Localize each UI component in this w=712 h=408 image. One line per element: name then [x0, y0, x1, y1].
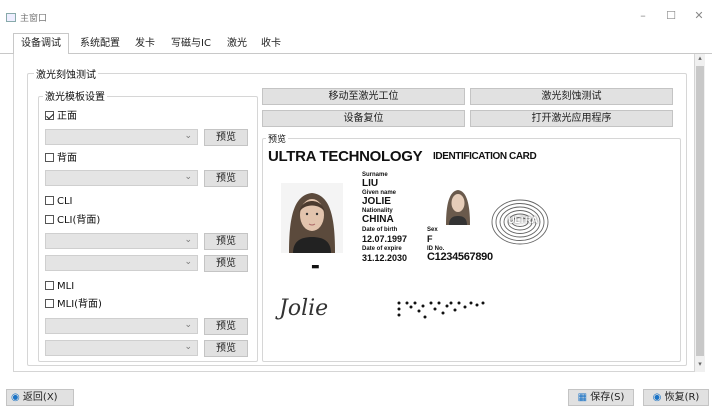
scroll-down-icon[interactable]: ▾ — [695, 360, 705, 370]
tab-card-issue[interactable]: 发卡 — [130, 34, 160, 54]
expire-label: Date of expire — [362, 246, 402, 252]
mini-mark: ▬ — [311, 262, 320, 272]
front-template-select[interactable]: ⌄ — [45, 129, 198, 145]
signature: Jolie — [279, 296, 329, 321]
back-icon: ◉ — [11, 392, 20, 403]
laser-test-button[interactable]: 激光刻蚀测试 — [470, 88, 673, 105]
dob-value: 12.07.1997 — [362, 234, 408, 244]
expire-value: 31.12.2030 — [362, 253, 408, 263]
checkbox-box[interactable] — [45, 196, 54, 205]
given-name-value: JOLIE — [362, 196, 391, 207]
restore-button[interactable]: ◉ 恢复(R) — [643, 389, 709, 406]
sex-label: Sex — [427, 227, 438, 233]
checkbox-label: MLI — [57, 281, 75, 292]
back-preview-button[interactable]: 预览 — [204, 170, 248, 187]
mli-template-select[interactable]: ⌄ — [45, 318, 198, 334]
tab-strip: 设备调试 系统配置 发卡 写磁与IC 激光 收卡 — [0, 32, 712, 55]
tab-device-debug[interactable]: 设备调试 — [13, 33, 69, 55]
device-reset-button[interactable]: 设备复位 — [262, 110, 465, 127]
chevron-down-icon: ⌄ — [184, 131, 192, 141]
checkbox-back[interactable]: 背面 — [45, 152, 77, 165]
checkbox-label: 背面 — [57, 153, 77, 164]
open-laser-app-button[interactable]: 打开激光应用程序 — [470, 110, 673, 127]
checkbox-cli-back[interactable]: CLI(背面) — [45, 214, 100, 227]
checkbox-label: CLI(背面) — [57, 215, 101, 226]
scrollbar-thumb[interactable] — [696, 66, 704, 356]
surname-value: LIU — [362, 178, 379, 189]
checkbox-label: 正面 — [57, 111, 77, 122]
checkbox-box[interactable] — [45, 111, 54, 120]
back-template-select[interactable]: ⌄ — [45, 170, 198, 186]
back-button[interactable]: ◉ 返回(X) — [6, 389, 74, 406]
dot-code — [397, 301, 485, 319]
chevron-down-icon: ⌄ — [184, 257, 192, 267]
template-group-title: 激光模板设置 — [43, 88, 107, 103]
checkbox-box[interactable] — [45, 215, 54, 224]
restore-icon: ◉ — [652, 392, 662, 403]
id-card-preview: ULTRA TECHNOLOGY IDENTIFICATION CARD ▬ S… — [267, 145, 554, 330]
vertical-scrollbar[interactable]: ▴ ▾ — [695, 54, 705, 372]
close-icon[interactable]: ✕ — [692, 9, 706, 23]
preview-title: 预览 — [266, 132, 289, 145]
move-to-laser-button[interactable]: 移动至激光工位 — [262, 88, 465, 105]
save-label: 保存(S) — [590, 392, 625, 403]
chevron-down-icon: ⌄ — [184, 342, 192, 352]
dob-label: Date of birth — [362, 227, 398, 233]
portrait-photo — [281, 183, 343, 253]
sex-value: F — [427, 234, 433, 244]
mli-back-template-select[interactable]: ⌄ — [45, 340, 198, 356]
back-label: 返回(X) — [22, 392, 58, 403]
cli-back-preview-button[interactable]: 预览 — [204, 255, 248, 272]
checkbox-box[interactable] — [45, 153, 54, 162]
chevron-down-icon: ⌄ — [184, 320, 192, 330]
save-icon: ▦ — [577, 392, 588, 403]
front-preview-button[interactable]: 预览 — [204, 129, 248, 146]
save-button[interactable]: ▦ 保存(S) — [568, 389, 634, 406]
tab-card-collect[interactable]: 收卡 — [256, 34, 286, 54]
card-title: IDENTIFICATION CARD — [433, 151, 537, 162]
checkbox-front[interactable]: 正面 — [45, 110, 77, 123]
scroll-up-icon[interactable]: ▴ — [695, 54, 705, 64]
tab-system-config[interactable]: 系统配置 — [73, 34, 127, 54]
mli-back-preview-button[interactable]: 预览 — [204, 340, 248, 357]
restore-label: 恢复(R) — [664, 392, 700, 403]
id-no-value: C1234567890 — [427, 251, 493, 263]
mli-preview-button[interactable]: 预览 — [204, 318, 248, 335]
laser-test-title: 激光刻蚀测试 — [34, 66, 98, 81]
checkbox-mli[interactable]: MLI — [45, 280, 74, 293]
title-bar: 主窗口 – ☐ ✕ — [0, 0, 712, 30]
cli-template-select[interactable]: ⌄ — [45, 233, 198, 249]
nationality-value: CHINA — [362, 214, 394, 225]
minimize-icon[interactable]: – — [636, 9, 650, 23]
checkbox-mli-back[interactable]: MLI(背面) — [45, 298, 102, 311]
window-title: 主窗口 — [20, 14, 48, 24]
cli-back-template-select[interactable]: ⌄ — [45, 255, 198, 271]
checkbox-box[interactable] — [45, 281, 54, 290]
checkbox-cli[interactable]: CLI — [45, 195, 73, 208]
card-brand: ULTRA TECHNOLOGY — [268, 148, 423, 165]
tab-magnetic-ic[interactable]: 写磁与IC — [164, 34, 218, 54]
cli-preview-button[interactable]: 预览 — [204, 233, 248, 250]
chevron-down-icon: ⌄ — [184, 172, 192, 182]
checkbox-box[interactable] — [45, 299, 54, 308]
maximize-icon[interactable]: ☐ — [664, 9, 678, 23]
checkbox-label: MLI(背面) — [57, 299, 102, 310]
checkbox-label: CLI — [57, 196, 73, 207]
fingerprint-text: ULTRA — [508, 215, 538, 225]
chevron-down-icon: ⌄ — [184, 235, 192, 245]
app-icon — [6, 13, 16, 22]
tab-laser[interactable]: 激光 — [222, 34, 252, 54]
ghost-portrait — [446, 190, 470, 225]
